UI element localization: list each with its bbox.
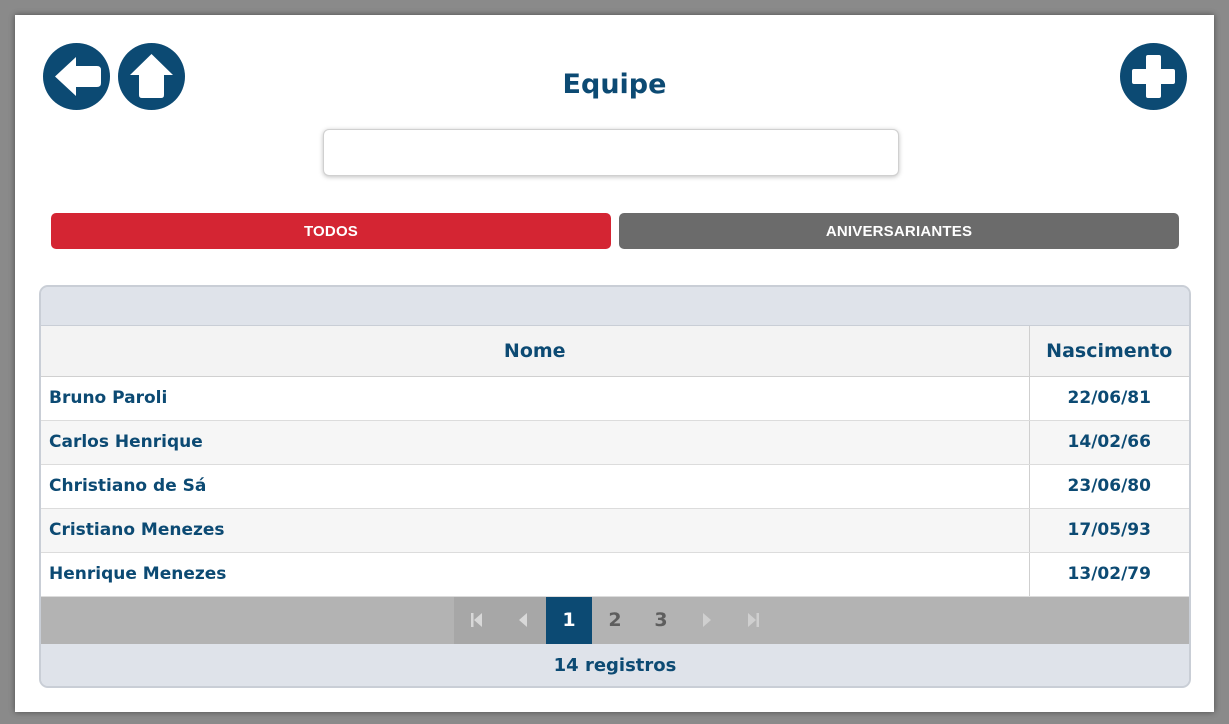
- chevron-left-icon: [519, 613, 527, 627]
- table-row[interactable]: Christiano de Sá 23/06/80: [41, 464, 1189, 509]
- team-table: Nome Nascimento Bruno Paroli 22/06/81 Ca…: [41, 326, 1189, 597]
- app-window: Equipe TODOS ANIVERSARIANTES Nome Nascim…: [15, 15, 1214, 712]
- table-row[interactable]: Carlos Henrique 14/02/66: [41, 420, 1189, 465]
- column-header-name[interactable]: Nome: [41, 326, 1029, 377]
- cell-birth: 23/06/80: [1028, 464, 1189, 509]
- filter-aniversariantes-button[interactable]: ANIVERSARIANTES: [619, 213, 1179, 249]
- last-page-button[interactable]: [730, 596, 776, 644]
- table-row[interactable]: Bruno Paroli 22/06/81: [41, 376, 1189, 421]
- cell-name: Bruno Paroli: [41, 376, 1029, 421]
- chevron-right-icon: [703, 613, 711, 627]
- page-title: Equipe: [562, 69, 667, 100]
- next-page-button[interactable]: [684, 596, 730, 644]
- team-grid: Nome Nascimento Bruno Paroli 22/06/81 Ca…: [39, 285, 1191, 688]
- record-count: 14 registros: [41, 643, 1189, 686]
- prev-page-button[interactable]: [500, 596, 546, 644]
- page-2-button[interactable]: 2: [592, 597, 638, 644]
- last-page-icon: [748, 613, 759, 627]
- search-input[interactable]: [323, 129, 899, 176]
- cell-birth: 13/02/79: [1028, 552, 1189, 597]
- cell-birth: 22/06/81: [1028, 376, 1189, 421]
- page-3-button[interactable]: 3: [638, 597, 684, 644]
- cell-birth: 17/05/93: [1028, 508, 1189, 553]
- table-row[interactable]: Cristiano Menezes 17/05/93: [41, 508, 1189, 553]
- page-1-button[interactable]: 1: [546, 596, 592, 644]
- grid-toolbar: [41, 287, 1189, 326]
- first-page-icon: [471, 613, 482, 627]
- column-header-birth[interactable]: Nascimento: [1028, 326, 1189, 377]
- first-page-button[interactable]: [454, 596, 500, 644]
- cell-birth: 14/02/66: [1028, 420, 1189, 465]
- pagination: 1 2 3: [41, 596, 1189, 644]
- cell-name: Cristiano Menezes: [41, 508, 1029, 553]
- filter-todos-button[interactable]: TODOS: [51, 213, 611, 249]
- cell-name: Christiano de Sá: [41, 464, 1029, 509]
- cell-name: Carlos Henrique: [41, 420, 1029, 465]
- cell-name: Henrique Menezes: [41, 552, 1029, 597]
- table-row[interactable]: Henrique Menezes 13/02/79: [41, 552, 1189, 597]
